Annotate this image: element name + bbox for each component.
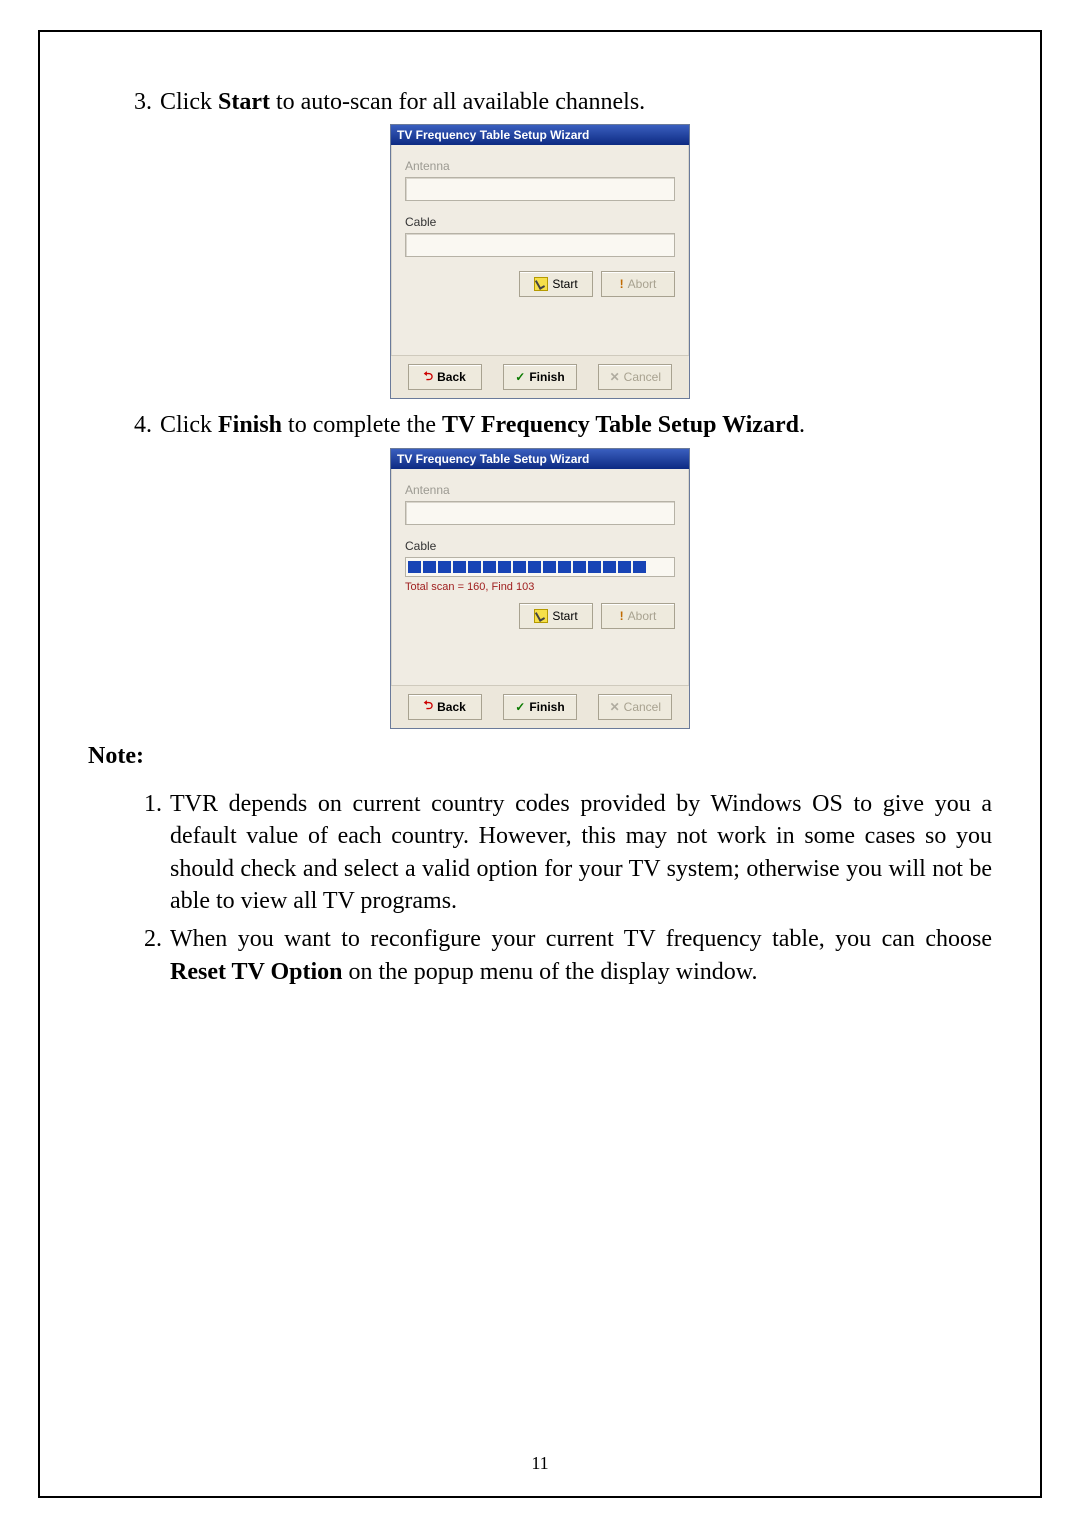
step-3-text: Click Start to auto-scan for all availab…: [160, 86, 992, 118]
cable-label-2: Cable: [405, 539, 675, 553]
back-button-2[interactable]: ⮌ Back: [408, 694, 482, 720]
note-item-2: 2. When you want to reconfigure your cur…: [134, 923, 992, 988]
cable-field[interactable]: [405, 233, 675, 257]
cancel-button[interactable]: ✕ Cancel: [598, 364, 672, 390]
cable-progress: [405, 557, 675, 577]
step-3-number: 3.: [118, 86, 152, 118]
antenna-field[interactable]: [405, 177, 675, 201]
wizard-title: TV Frequency Table Setup Wizard: [391, 125, 689, 145]
warning-icon: !: [620, 609, 624, 623]
run-icon: [534, 277, 548, 291]
finish-button-2[interactable]: ✓ Finish: [503, 694, 577, 720]
wizard-title-2: TV Frequency Table Setup Wizard: [391, 449, 689, 469]
wizard-dialog-2: TV Frequency Table Setup Wizard Antenna …: [390, 448, 690, 729]
back-arrow-icon: ⮌: [424, 367, 434, 388]
antenna-field-2[interactable]: [405, 501, 675, 525]
cable-label: Cable: [405, 215, 675, 229]
close-icon: ✕: [610, 370, 620, 384]
note-item-1: 1. TVR depends on current country codes …: [134, 788, 992, 918]
wizard-dialog-1: TV Frequency Table Setup Wizard Antenna …: [390, 124, 690, 399]
check-icon: ✓: [515, 700, 525, 714]
step-4-number: 4.: [118, 409, 152, 441]
abort-button[interactable]: ! Abort: [601, 271, 675, 297]
figure-wizard-start: TV Frequency Table Setup Wizard Antenna …: [88, 124, 992, 399]
note-list: 1. TVR depends on current country codes …: [88, 788, 992, 988]
note-heading: Note:: [88, 743, 992, 770]
figure-wizard-finish: TV Frequency Table Setup Wizard Antenna …: [88, 448, 992, 729]
abort-button-2[interactable]: ! Abort: [601, 603, 675, 629]
page-number: 11: [40, 1453, 1040, 1474]
warning-icon: !: [620, 277, 624, 291]
close-icon: ✕: [610, 700, 620, 714]
cancel-button-2[interactable]: ✕ Cancel: [598, 694, 672, 720]
step-4-text: Click Finish to complete the TV Frequenc…: [160, 409, 992, 441]
run-icon: [534, 609, 548, 623]
start-button-2[interactable]: Start: [519, 603, 593, 629]
check-icon: ✓: [515, 370, 525, 384]
finish-button[interactable]: ✓ Finish: [503, 364, 577, 390]
antenna-label-2: Antenna: [405, 483, 675, 497]
back-button[interactable]: ⮌ Back: [408, 364, 482, 390]
scan-status: Total scan = 160, Find 103: [405, 581, 675, 593]
step-3: 3. Click Start to auto-scan for all avai…: [88, 86, 992, 118]
antenna-label: Antenna: [405, 159, 675, 173]
start-button[interactable]: Start: [519, 271, 593, 297]
back-arrow-icon: ⮌: [424, 696, 434, 717]
step-4: 4. Click Finish to complete the TV Frequ…: [88, 409, 992, 441]
